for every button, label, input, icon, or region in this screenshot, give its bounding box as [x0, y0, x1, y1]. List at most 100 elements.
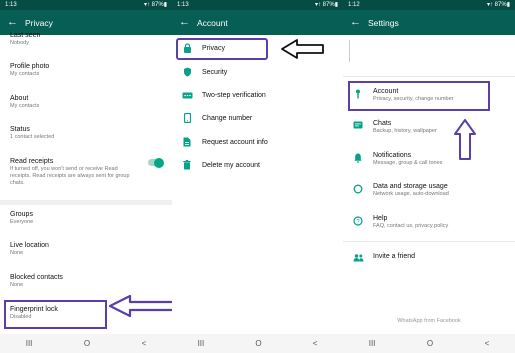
recent-apps-icon[interactable]: III — [369, 339, 376, 348]
status-bar: 1:12 ▾↑ 87%▮ — [343, 0, 515, 10]
page-title: Privacy — [25, 17, 53, 28]
setting-value: My contacts — [10, 103, 40, 109]
status-indicators: ▾↑ 87%▮ — [315, 2, 338, 8]
nav-bar: III O < — [172, 334, 343, 353]
settings-item-subtitle: Backup, history, wallpaper — [373, 128, 437, 134]
account-item-label: Change number — [202, 114, 253, 122]
setting-about[interactable]: About My contacts — [10, 94, 166, 110]
settings-screen: 1:12 ▾↑ 87%▮ ← Settings Account Privacy,… — [343, 0, 515, 353]
setting-title: Live location — [10, 242, 49, 249]
settings-item-help[interactable]: ? Help FAQ, contact us, privacy policy — [343, 214, 515, 230]
recent-apps-icon[interactable]: III — [198, 339, 205, 348]
settings-item-invite[interactable]: Invite a friend — [343, 252, 515, 262]
account-item-change-number[interactable]: Change number — [172, 107, 343, 129]
back-arrow-icon[interactable]: ← — [7, 17, 25, 28]
profile-edge — [349, 40, 357, 62]
setting-live-location[interactable]: Live location None — [10, 241, 166, 257]
setting-status[interactable]: Status 1 contact selected — [10, 125, 166, 141]
home-icon[interactable]: O — [427, 339, 433, 348]
bell-icon — [343, 151, 373, 163]
setting-description: If turned off, you won't send or receive… — [10, 166, 130, 186]
trash-icon — [172, 160, 202, 170]
status-indicators: ▾↑ 87%▮ — [144, 2, 167, 8]
dots-icon — [172, 92, 202, 99]
arrow-left-icon — [108, 294, 176, 318]
back-icon[interactable]: < — [142, 339, 147, 348]
app-bar: ← Settings — [343, 10, 515, 35]
setting-profile-photo[interactable]: Profile photo My contacts — [10, 62, 166, 78]
settings-item-title: Chats — [373, 120, 392, 127]
setting-value: Everyone — [10, 219, 34, 225]
setting-value: Nobody — [10, 40, 29, 46]
read-receipts-toggle[interactable] — [148, 157, 164, 168]
highlight-box — [176, 38, 268, 60]
document-icon — [172, 137, 202, 147]
section-divider — [343, 241, 515, 242]
status-bar: 1:13 ▾↑ 87%▮ — [0, 0, 172, 10]
section-divider — [343, 76, 515, 77]
highlight-box — [4, 300, 107, 329]
settings-item-title: Help — [373, 215, 388, 222]
account-item-security[interactable]: Security — [172, 61, 343, 83]
setting-groups[interactable]: Groups Everyone — [10, 210, 166, 226]
settings-item-data-storage[interactable]: Data and storage usage Network usage, au… — [343, 182, 515, 198]
people-icon — [343, 252, 373, 262]
account-item-label: Request account info — [202, 138, 268, 146]
setting-title: About — [10, 95, 29, 102]
back-icon[interactable]: < — [485, 339, 490, 348]
phone-icon — [172, 113, 202, 123]
footer-brand: WhatsApp from Facebook — [397, 318, 461, 324]
setting-value: None — [10, 282, 24, 288]
arrow-left-icon — [281, 39, 324, 59]
account-item-delete[interactable]: Delete my account — [172, 154, 343, 176]
setting-title: Read receipts — [10, 158, 54, 165]
setting-title: Blocked contacts — [10, 274, 63, 281]
account-item-request-info[interactable]: Request account info — [172, 131, 343, 153]
back-icon[interactable]: < — [313, 339, 318, 348]
account-item-label: Security — [202, 68, 228, 76]
page-title: Settings — [368, 17, 399, 28]
status-time: 1:12 — [348, 2, 360, 8]
status-indicators: ▾↑ 87%▮ — [487, 2, 510, 8]
setting-title: Groups — [10, 211, 33, 218]
status-time: 1:13 — [177, 2, 189, 8]
settings-item-subtitle: Message, group & call tones — [373, 160, 443, 166]
setting-value: My contacts — [10, 71, 40, 77]
page-title: Account — [197, 17, 228, 28]
setting-value: None — [10, 250, 24, 256]
setting-title: Last seen — [10, 32, 41, 39]
highlight-box — [348, 81, 490, 111]
arrow-up-icon — [454, 119, 476, 160]
app-bar: ← Account — [172, 10, 343, 35]
settings-item-title: Data and storage usage — [373, 183, 448, 190]
shield-icon — [172, 67, 202, 77]
settings-item-notifications[interactable]: Notifications Message, group & call tone… — [343, 151, 515, 167]
home-icon[interactable]: O — [84, 339, 90, 348]
setting-read-receipts[interactable]: Read receipts If turned off, you won't s… — [10, 157, 136, 187]
setting-last-seen[interactable]: Last seen Nobody — [10, 31, 166, 47]
settings-item-title: Invite a friend — [373, 253, 416, 260]
status-time: 1:13 — [5, 2, 17, 8]
nav-bar: III O < — [343, 334, 515, 353]
back-arrow-icon[interactable]: ← — [350, 17, 368, 28]
help-icon: ? — [343, 214, 373, 226]
account-item-label: Delete my account — [202, 161, 260, 169]
data-icon — [343, 182, 373, 194]
setting-blocked-contacts[interactable]: Blocked contacts None — [10, 273, 166, 289]
setting-title: Profile photo — [10, 63, 50, 70]
settings-item-title: Notifications — [373, 152, 412, 159]
account-item-label: Two-step verification — [202, 91, 266, 99]
status-bar: 1:13 ▾↑ 87%▮ — [172, 0, 343, 10]
chat-icon — [343, 119, 373, 129]
setting-value: 1 contact selected — [10, 134, 55, 140]
settings-item-chats[interactable]: Chats Backup, history, wallpaper — [343, 119, 515, 135]
setting-title: Status — [10, 126, 30, 133]
recent-apps-icon[interactable]: III — [26, 339, 33, 348]
account-item-two-step[interactable]: Two-step verification — [172, 84, 343, 106]
settings-item-subtitle: Network usage, auto-download — [373, 191, 449, 197]
section-divider — [0, 200, 172, 205]
home-icon[interactable]: O — [255, 339, 261, 348]
back-arrow-icon[interactable]: ← — [179, 17, 197, 28]
settings-item-subtitle: FAQ, contact us, privacy policy — [373, 223, 449, 229]
nav-bar: III O < — [0, 334, 172, 353]
